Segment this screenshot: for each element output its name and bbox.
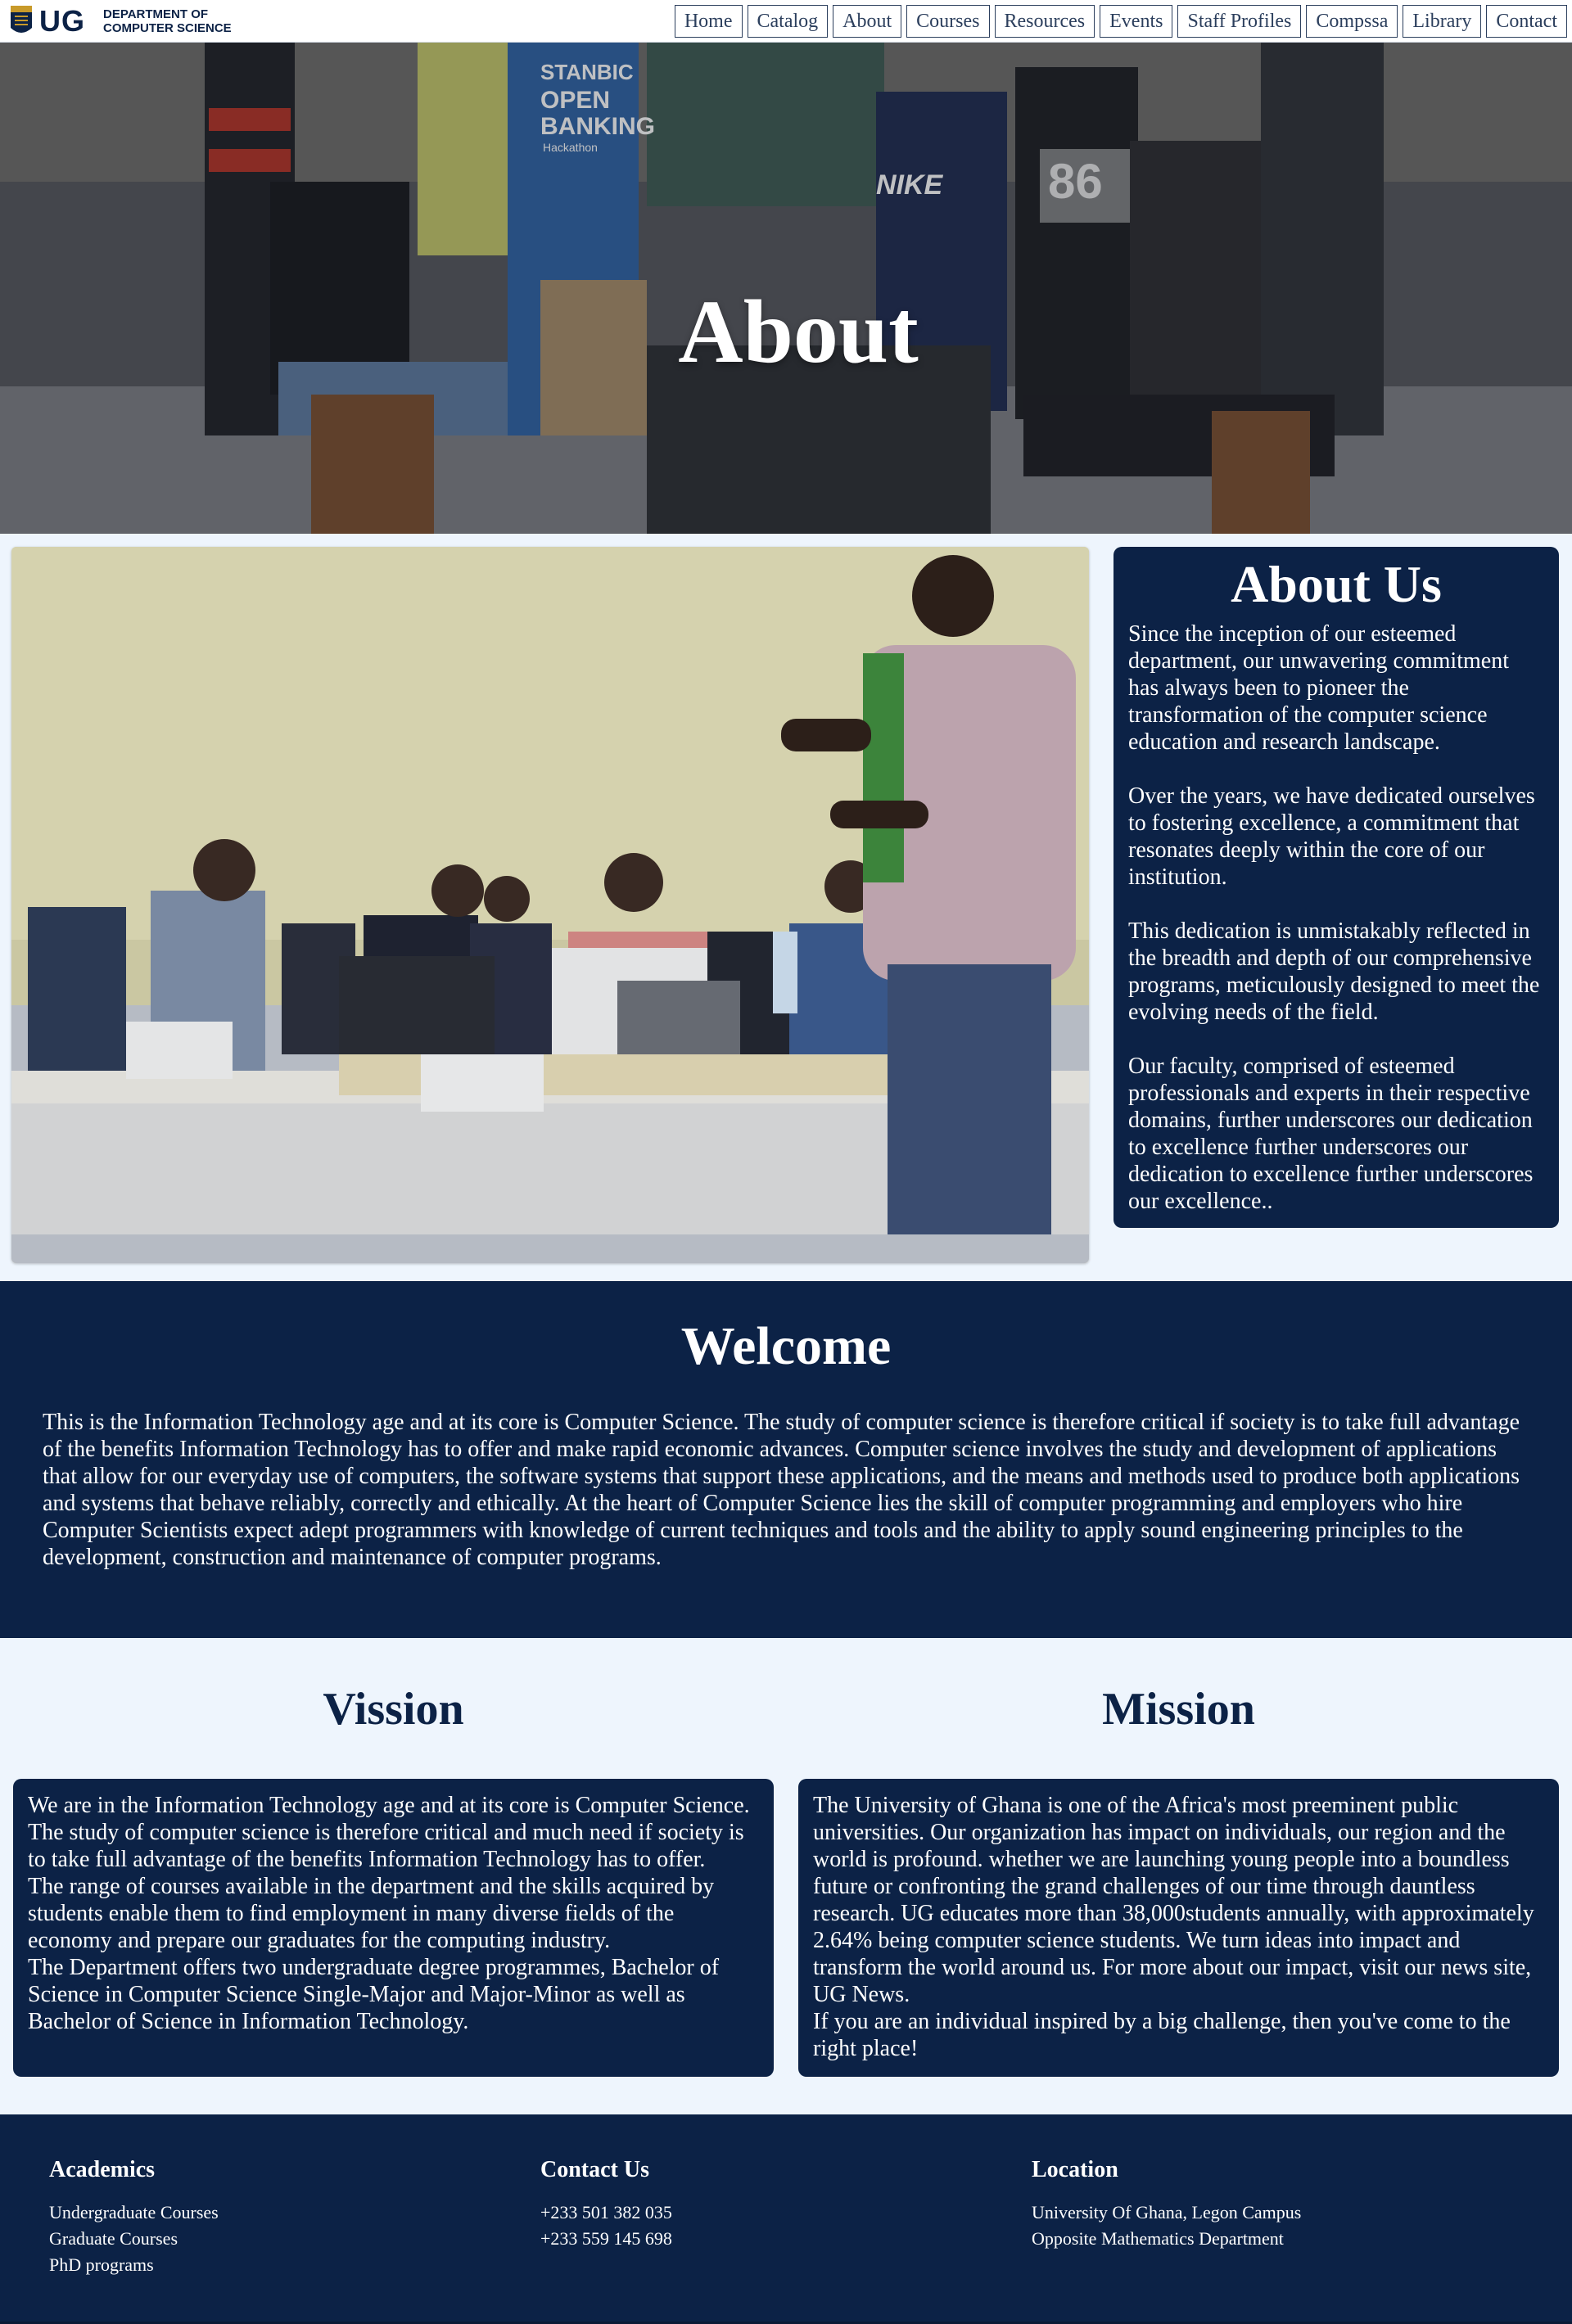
nav-compssa[interactable]: Compssa [1306,4,1398,38]
about-us-card: About Us Since the inception of our este… [1114,547,1559,1228]
hero-banner: STANBIC OPEN BANKING Hackathon NIKE 86 A… [0,43,1572,534]
university-crest-icon [11,5,32,33]
footer-location: Location University Of Ghana, Legon Camp… [1032,2157,1523,2279]
about-paragraph: Since the inception of our esteemed depa… [1128,621,1509,755]
footer-link-phd[interactable]: PhD programs [49,2252,540,2278]
vision-mission-section: Vission We are in the Information Techno… [0,1638,1572,2114]
about-paragraph: Over the years, we have dedicated oursel… [1128,783,1535,890]
brand[interactable]: UG DEPARTMENT OF COMPUTER SCIENCE [10,5,232,38]
mission-paragraph: The University of Ghana is one of the Af… [813,1793,1534,2007]
vision-card: We are in the Information Technology age… [13,1779,774,2077]
mission-heading: Mission [1102,1684,1255,1735]
footer-phone: +233 559 145 698 [540,2228,672,2249]
vision-paragraph: The range of courses available in the de… [28,1874,715,1953]
footer-link-undergraduate[interactable]: Undergraduate Courses [49,2200,540,2226]
page-title: About [678,282,919,381]
footer-link-graduate[interactable]: Graduate Courses [49,2226,540,2252]
footer-phone: +233 501 382 035 [540,2202,672,2222]
mission-column: Mission The University of Ghana is one o… [798,1682,1559,2077]
nav-contact[interactable]: Contact [1486,4,1567,38]
classroom-image [11,547,1089,1263]
logo-text: UG [39,3,85,38]
welcome-section: Welcome This is the Information Technolo… [0,1281,1572,1638]
about-paragraph: Our faculty, comprised of esteemed profe… [1128,1054,1534,1214]
nav-home[interactable]: Home [674,4,743,38]
footer-location-heading: Location [1032,2157,1118,2182]
about-paragraph: This dedication is unmistakably reflecte… [1128,918,1540,1025]
vision-heading: Vission [323,1684,464,1735]
classroom-photo [11,547,1089,1263]
nav-library[interactable]: Library [1403,4,1482,38]
site-footer: Academics Undergraduate Courses Graduate… [0,2114,1572,2324]
nav-resources[interactable]: Resources [994,4,1095,38]
footer-contact: Contact Us +233 501 382 035 +233 559 145… [540,2157,1032,2279]
nav-catalog[interactable]: Catalog [747,4,829,38]
vision-paragraph: We are in the Information Technology age… [28,1793,750,1872]
footer-contact-heading: Contact Us [540,2157,649,2182]
department-name: DEPARTMENT OF COMPUTER SCIENCE [103,7,232,35]
nav-staff-profiles[interactable]: Staff Profiles [1177,4,1302,38]
footer-academics-heading: Academics [49,2157,156,2182]
nav-courses[interactable]: Courses [906,4,990,38]
footer-address-line: Opposite Mathematics Department [1032,2228,1284,2249]
welcome-heading: Welcome [680,1316,892,1376]
footer-academics: Academics Undergraduate Courses Graduate… [49,2157,540,2279]
top-navbar: UG DEPARTMENT OF COMPUTER SCIENCE Home C… [0,0,1572,43]
welcome-text: This is the Information Technology age a… [43,1410,1520,1570]
vision-paragraph: The Department offers two undergraduate … [28,1955,720,2034]
vision-column: Vission We are in the Information Techno… [13,1682,774,2077]
mission-paragraph: If you are an individual inspired by a b… [813,2009,1511,2061]
about-section: About Us Since the inception of our este… [0,534,1572,1281]
about-heading: About Us [1231,555,1442,613]
main-menu: Home Catalog About Courses Resources Eve… [674,4,1567,38]
footer-address-line: University Of Ghana, Legon Campus [1032,2202,1302,2222]
nav-about[interactable]: About [833,4,902,38]
mission-card: The University of Ghana is one of the Af… [798,1779,1559,2077]
nav-events[interactable]: Events [1100,4,1173,38]
